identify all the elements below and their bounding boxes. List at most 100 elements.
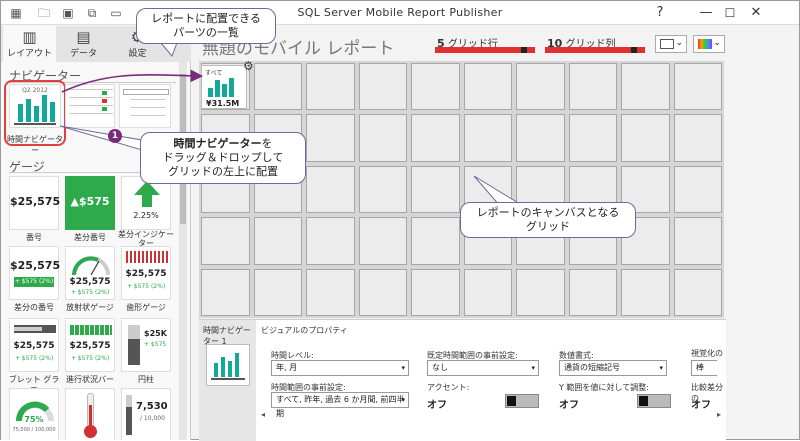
layout-dropdown[interactable]: ⌄ [655,35,687,53]
number-format-value: 通貨の短縮記号 [564,363,620,372]
grid-cell[interactable] [306,268,355,316]
gauge-value: $25,575 [13,341,55,351]
gauge-cylinder-tile[interactable]: $25K + $575 [121,318,171,372]
list-line [69,105,113,106]
tab-data[interactable]: ▤ データ [57,26,110,62]
grid-cell[interactable] [673,63,722,111]
accent-toggle[interactable] [505,394,539,408]
grid-cell[interactable] [358,63,407,111]
gauge-thermometer-tile[interactable] [65,388,115,440]
grid-cell[interactable] [411,268,460,316]
chevron-down-icon: ▾ [659,364,663,372]
drag-callout-bold: 時間ナビゲーター [173,137,262,150]
grid-cell[interactable] [516,114,565,162]
grid-cell[interactable] [568,114,617,162]
gauge-delta-number-tile[interactable]: ▲$575 [65,176,115,230]
gauge-label: 番号 [26,233,42,242]
grid-cell[interactable] [411,114,460,162]
grid-cell[interactable] [253,63,302,111]
grid-cell[interactable] [253,268,302,316]
placed-time-navigator[interactable]: すべて ¥31.5M [201,65,247,109]
range-preset-select[interactable]: なし ▾ [427,360,539,376]
indicator [102,107,107,111]
gauge-bullet-tile[interactable]: $25,575 + $575 (2%) [9,318,59,372]
grid-cell[interactable] [201,217,250,265]
minimize-button[interactable]: — [695,4,717,22]
gear-icon[interactable]: ⚙ [243,59,254,73]
number-format-select[interactable]: 通貨の短縮記号 ▾ [559,360,667,376]
time-level-select[interactable]: 年, 月 ▾ [271,360,409,376]
gauge-progress-tile[interactable]: $25,575 + $575 (2%) [65,318,115,372]
slider-knob[interactable] [631,47,637,53]
grid-cell[interactable] [358,268,407,316]
thermometer-fill [89,405,92,427]
gauge-label: 差分番号 [74,233,106,242]
grid-cell[interactable] [568,268,617,316]
parts-panel: ナビゲーター Q2 2012 時間ナビゲーター ゲージ $25,575 番号 ▲… [1,62,191,440]
grid-cell[interactable] [411,63,460,111]
grid-cell[interactable] [673,217,722,265]
maximize-button[interactable]: ☐ [719,4,741,22]
gauge-delta-indicator-tile[interactable]: 2.25% [121,176,171,230]
grid-cell[interactable] [253,217,302,265]
panel-scrollbar[interactable] [179,62,187,440]
grid-cell[interactable] [516,63,565,111]
grid-cell[interactable] [306,63,355,111]
properties-thumbnail [206,344,250,386]
grid-cell[interactable] [621,63,670,111]
grid-cell[interactable] [621,268,670,316]
grid-cell[interactable] [621,114,670,162]
gauge-number-tile[interactable]: $25,575 [9,176,61,230]
grid-cell[interactable] [306,165,355,214]
time-range-select[interactable]: すべて, 昨年, 過去 6 か月間, 前四半期 ▾ [271,392,409,418]
selection-tree-tile[interactable] [119,84,171,128]
grid-cell[interactable] [516,268,565,316]
scroll-right-icon[interactable]: ▸ [717,410,721,419]
gauge-tooth-tile[interactable]: $25,575 + $575 (2%) [121,246,171,300]
report-canvas-grid[interactable] [199,61,724,318]
grid-cell[interactable] [411,217,460,265]
grid-cell[interactable] [358,165,407,214]
radial-gauge-icon [72,256,110,276]
slider-knob[interactable] [521,47,527,53]
gauge-value: $25K [144,329,167,338]
range-preset-value: なし [432,363,448,372]
viz-type-select[interactable]: 棒 [691,360,717,376]
gauge-value: 2.25% [133,211,159,220]
gauge-delta-tile[interactable]: $25,575 + $575 (2%) [9,246,60,300]
gauge-sub: / 10,000 [140,415,165,422]
help-button[interactable]: ? [649,4,671,22]
gauge-fraction-tile[interactable]: 7,530 / 10,000 [121,388,171,440]
selection-list-tile[interactable] [65,84,115,128]
gauge-value: $25,575 [10,195,61,208]
arrow-stem [142,195,152,207]
gauge-value: $25,575 [69,277,111,287]
grid-cell[interactable] [463,114,512,162]
grid-cell[interactable] [463,63,512,111]
nav-bar [215,80,220,97]
grid-cell[interactable] [306,114,355,162]
grid-cell[interactable] [411,165,460,214]
grid-cell[interactable] [358,217,407,265]
grid-cell[interactable] [463,268,512,316]
scroll-left-icon[interactable]: ◂ [261,410,265,419]
tab-layout[interactable]: ▥ レイアウト [3,26,56,62]
yrange-toggle[interactable] [637,394,671,408]
grid-rows-slider[interactable] [435,47,535,53]
grid-cell[interactable] [568,63,617,111]
list-line [69,89,113,90]
chevron-down-icon: ⌄ [675,38,683,48]
grid-cell[interactable] [358,114,407,162]
grid-cell[interactable] [673,165,722,214]
grid-cell[interactable] [306,217,355,265]
grid-cell[interactable] [673,114,722,162]
bar-fill [126,407,132,435]
grid-cell[interactable] [201,268,250,316]
gauge-label: 円柱 [138,375,154,384]
color-palette-dropdown[interactable]: ⌄ [693,35,725,53]
gauge-radial-tile[interactable]: $25,575 + $575 (2%) [65,246,115,300]
grid-cols-slider[interactable] [545,47,645,53]
gauge-donut-tile[interactable]: 75% 75,000 / 100,000 [9,388,59,440]
grid-cell[interactable] [673,268,722,316]
close-button[interactable]: ✕ [745,4,767,22]
